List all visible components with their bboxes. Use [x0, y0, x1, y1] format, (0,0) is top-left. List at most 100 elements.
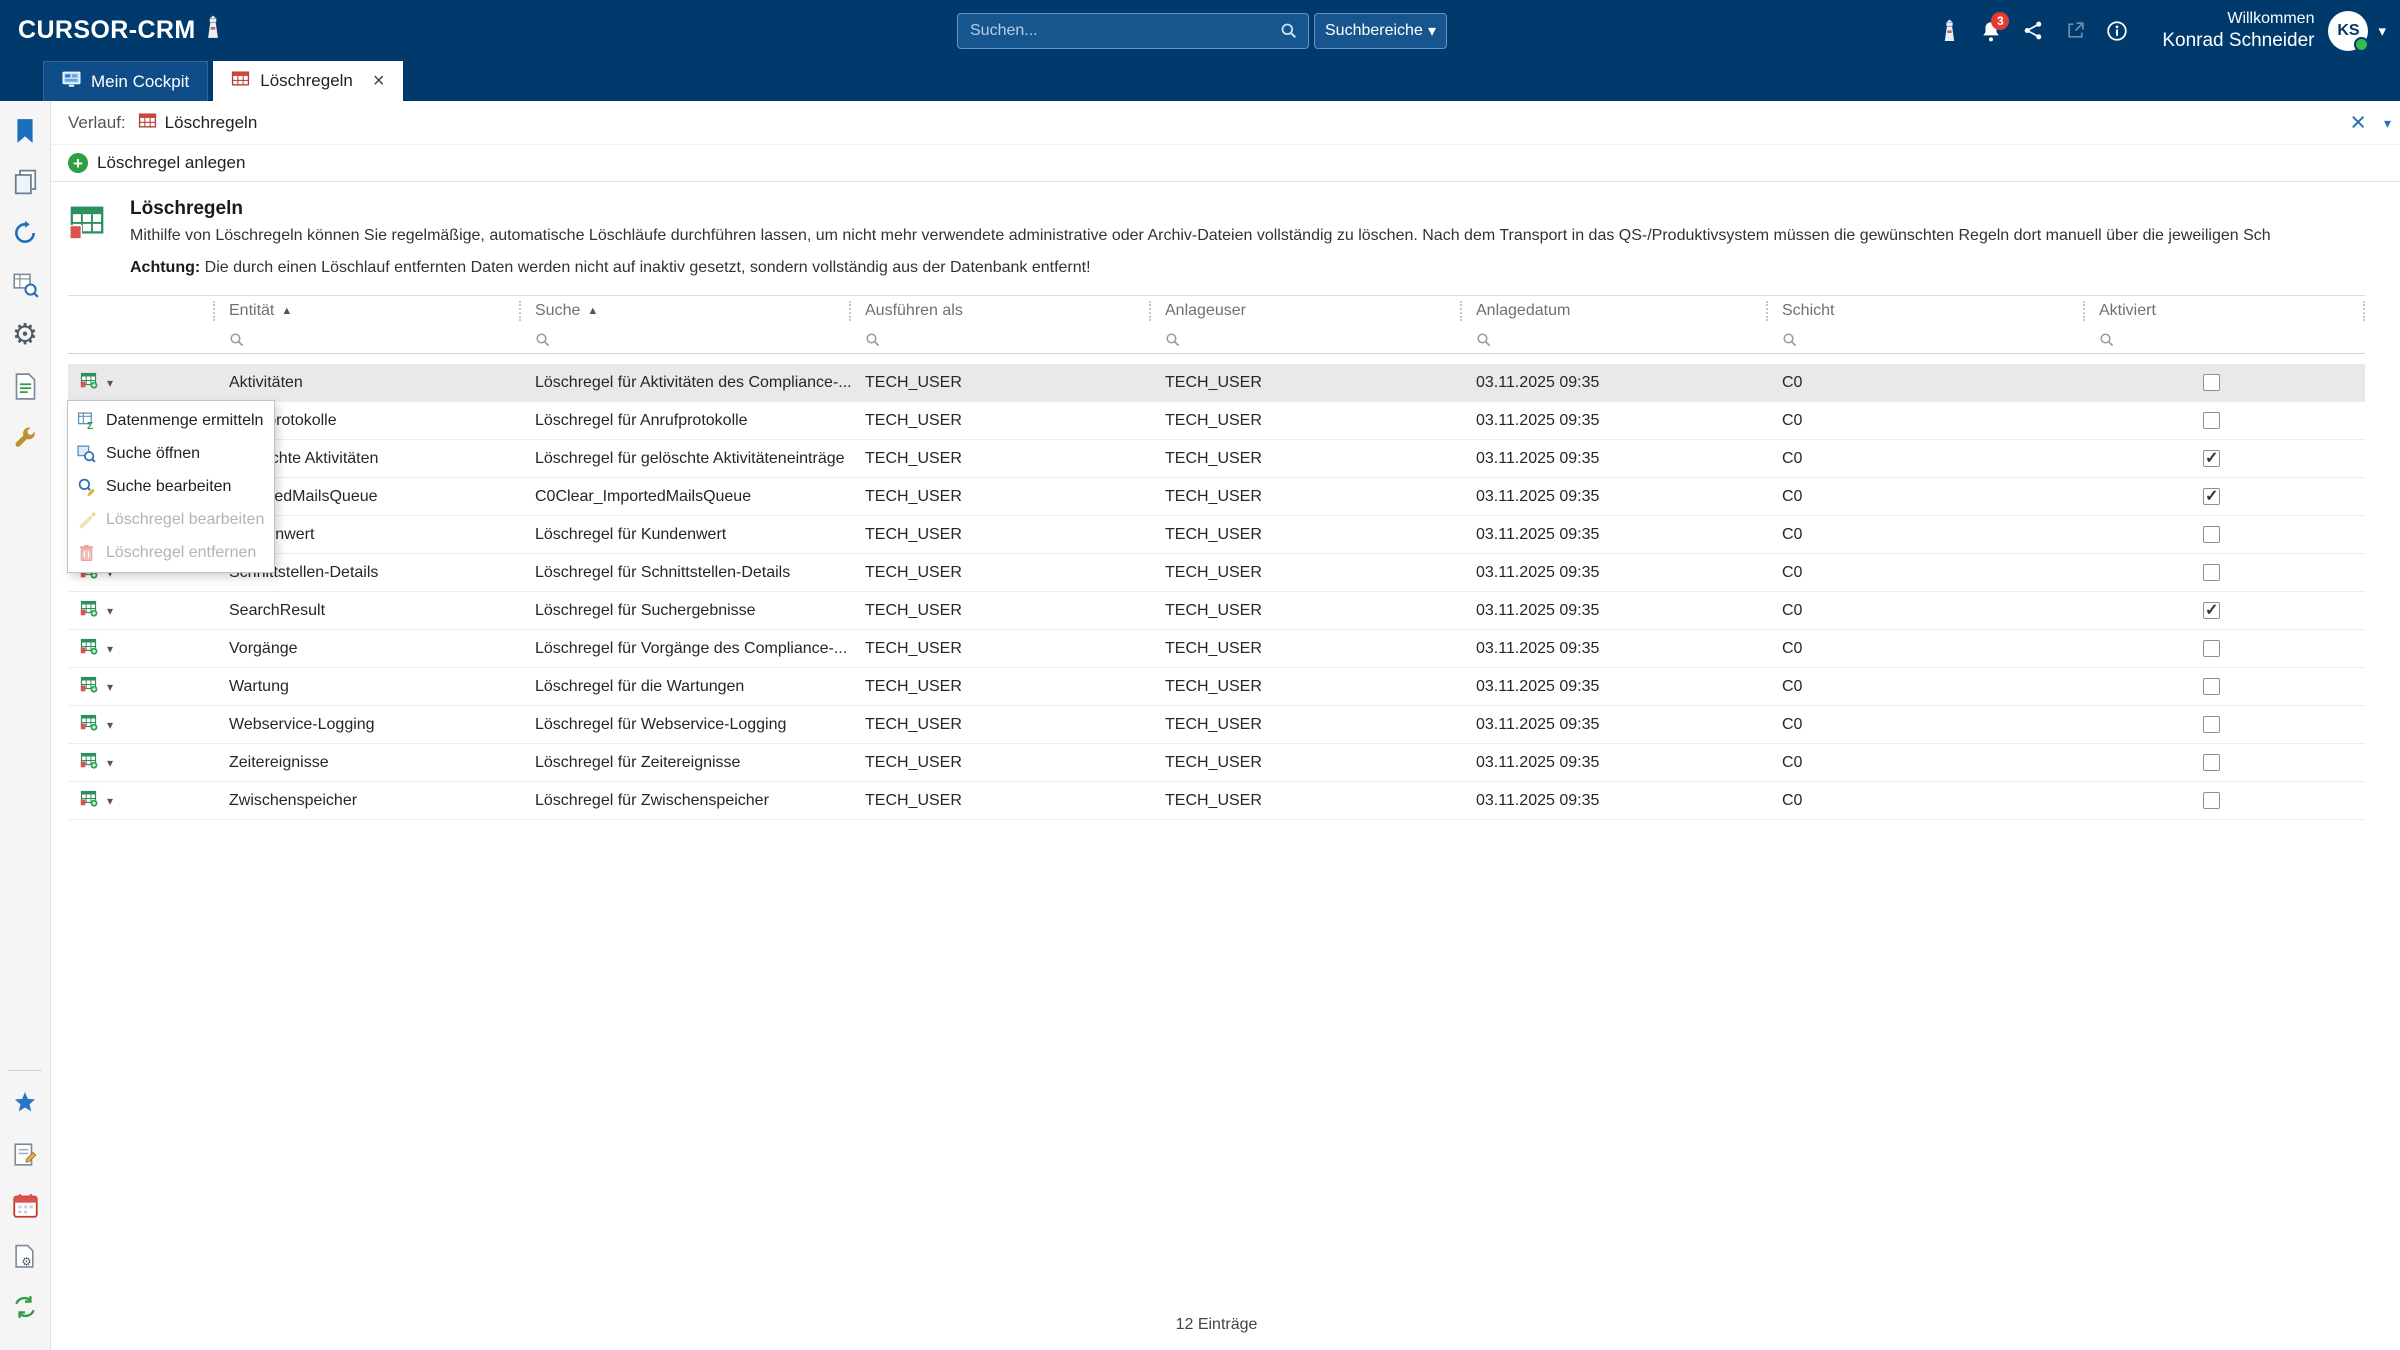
aktiviert-checkbox[interactable] [2203, 716, 2220, 733]
documents-icon[interactable] [7, 164, 43, 200]
filter-magnifier-icon[interactable] [865, 332, 881, 348]
table-row[interactable]: ▾ ImportedMailsQueue C0Clear_ImportedMai… [68, 478, 2365, 516]
delete-rule-row-icon[interactable] [80, 751, 98, 774]
online-status-dot [2354, 37, 2369, 52]
info-icon[interactable] [2096, 11, 2138, 51]
column-header-5[interactable]: Schicht [1768, 296, 2085, 326]
column-filter-5[interactable] [1768, 326, 2085, 353]
user-menu-chevron-icon[interactable]: ▾ [2378, 22, 2386, 40]
sync-arrows-icon[interactable] [7, 1289, 43, 1325]
filter-magnifier-icon[interactable] [2099, 332, 2115, 348]
row-menu-caret-icon[interactable]: ▾ [107, 756, 113, 770]
filter-magnifier-icon[interactable] [1165, 332, 1181, 348]
document-settings-icon[interactable]: ⚙ [7, 1238, 43, 1274]
column-filter-6[interactable] [2085, 326, 2365, 353]
aktiviert-checkbox[interactable] [2203, 526, 2220, 543]
delete-rule-row-icon[interactable] [80, 637, 98, 660]
column-header-1[interactable]: Suche▲ [521, 296, 851, 326]
search-scope-select[interactable]: Suchbereiche ▾ [1314, 13, 1447, 49]
cell-anlageuser: TECH_USER [1151, 440, 1462, 477]
context-menu-item-suche-öffnen[interactable]: Suche öffnen [68, 437, 274, 470]
table-row[interactable]: ▾ Anrufprotokolle Löschregel für Anrufpr… [68, 402, 2365, 440]
filter-magnifier-icon[interactable] [1782, 332, 1798, 348]
row-menu-caret-icon[interactable]: ▾ [107, 642, 113, 656]
table-row[interactable]: ▾ Zwischenspeicher Löschregel für Zwisch… [68, 782, 2365, 820]
tab-loeschregeln[interactable]: Löschregeln × [213, 61, 402, 101]
aktiviert-checkbox[interactable] [2203, 450, 2220, 467]
notes-pencil-icon[interactable] [7, 1136, 43, 1172]
delete-rule-row-icon[interactable] [80, 599, 98, 622]
bookmark-icon[interactable] [7, 113, 43, 149]
column-header-6[interactable]: Aktiviert [2085, 296, 2365, 326]
table-search-icon[interactable] [7, 266, 43, 302]
aktiviert-checkbox[interactable] [2203, 412, 2220, 429]
delete-rule-row-icon[interactable] [80, 675, 98, 698]
row-menu-caret-icon[interactable]: ▾ [107, 794, 113, 808]
column-filter-2[interactable] [851, 326, 1151, 353]
row-menu-caret-icon[interactable]: ▾ [107, 680, 113, 694]
table-sum-icon: Σ [77, 411, 96, 430]
table-row[interactable]: ▾ Vorgänge Löschregel für Vorgänge des C… [68, 630, 2365, 668]
share-icon[interactable] [2012, 11, 2054, 51]
table-row[interactable]: ▾ SearchResult Löschregel für Suchergebn… [68, 592, 2365, 630]
context-menu-item-datenmenge-ermitteln[interactable]: Σ Datenmenge ermitteln [68, 404, 274, 437]
table-row[interactable]: ▾ Gelöschte Aktivitäten Löschregel für g… [68, 440, 2365, 478]
report-document-icon[interactable] [7, 368, 43, 404]
column-filter-0[interactable] [215, 326, 521, 353]
aktiviert-checkbox[interactable] [2203, 374, 2220, 391]
row-menu-caret-icon[interactable]: ▾ [107, 604, 113, 618]
delete-rule-row-icon[interactable] [80, 713, 98, 736]
context-menu-item-suche-bearbeiten[interactable]: Suche bearbeiten [68, 470, 274, 503]
cell-anlagedatum: 03.11.2025 09:35 [1462, 516, 1768, 553]
lighthouse-icon[interactable] [1928, 11, 1970, 51]
column-filter-4[interactable] [1462, 326, 1768, 353]
column-header-2[interactable]: Ausführen als [851, 296, 1151, 326]
row-menu-caret-icon[interactable]: ▾ [107, 718, 113, 732]
panel-chevron-icon[interactable]: ▾ [2384, 115, 2391, 132]
column-resize-handle[interactable] [2363, 301, 2365, 321]
calendar-icon[interactable] [7, 1187, 43, 1223]
tab-mein-cockpit[interactable]: Mein Cockpit [43, 61, 208, 101]
history-icon[interactable] [7, 215, 43, 251]
delete-rule-row-icon[interactable] [80, 371, 98, 394]
aktiviert-checkbox[interactable] [2203, 488, 2220, 505]
tools-wrench-icon[interactable] [7, 419, 43, 455]
column-filter-1[interactable] [521, 326, 851, 353]
search-input[interactable] [958, 22, 1280, 40]
column-filter-3[interactable] [1151, 326, 1462, 353]
delete-rule-row-icon[interactable] [80, 789, 98, 812]
tab-close-icon[interactable]: × [373, 71, 385, 91]
notifications-bell-icon[interactable]: 3 [1970, 11, 2012, 51]
table-row[interactable]: ▾ Schnittstellen-Details Löschregel für … [68, 554, 2365, 592]
panel-close-icon[interactable]: × [2350, 106, 2366, 138]
tab-bar: Mein Cockpit Löschregeln × [0, 61, 2400, 101]
user-avatar[interactable]: KS [2328, 11, 2368, 51]
settings-gear-icon[interactable]: ⚙ [7, 317, 43, 353]
create-delete-rule-button[interactable]: Löschregel anlegen [97, 153, 245, 173]
aktiviert-checkbox[interactable] [2203, 640, 2220, 657]
aktiviert-checkbox[interactable] [2203, 564, 2220, 581]
column-header-0[interactable]: Entität▲ [215, 296, 521, 326]
row-menu-caret-icon[interactable]: ▾ [107, 376, 113, 390]
aktiviert-checkbox[interactable] [2203, 754, 2220, 771]
aktiviert-checkbox[interactable] [2203, 792, 2220, 809]
column-header-4[interactable]: Anlagedatum [1462, 296, 1768, 326]
table-row[interactable]: ▾ Zeitereignisse Löschregel für Zeiterei… [68, 744, 2365, 782]
search-icon[interactable] [1280, 22, 1298, 40]
cell-suche: Löschregel für Webservice-Logging [521, 706, 851, 743]
aktiviert-checkbox[interactable] [2203, 678, 2220, 695]
aktiviert-checkbox[interactable] [2203, 602, 2220, 619]
table-row[interactable]: ▾ Webservice-Logging Löschregel für Webs… [68, 706, 2365, 744]
add-plus-icon[interactable]: + [68, 153, 88, 173]
filter-magnifier-icon[interactable] [535, 332, 551, 348]
favorites-star-icon[interactable] [7, 1085, 43, 1121]
export-icon[interactable] [2054, 11, 2096, 51]
filter-magnifier-icon[interactable] [1476, 332, 1492, 348]
filter-magnifier-icon[interactable] [229, 332, 245, 348]
table-row[interactable]: ▾ Aktivitäten Löschregel für Aktivitäten… [68, 364, 2365, 402]
table-row[interactable]: ▾ Wartung Löschregel für die Wartungen T… [68, 668, 2365, 706]
table-row[interactable]: ▾ Kundenwert Löschregel für Kundenwert T… [68, 516, 2365, 554]
cell-aktiviert [2085, 374, 2365, 391]
column-header-3[interactable]: Anlageuser [1151, 296, 1462, 326]
history-item-loeschregeln[interactable]: Löschregeln [138, 111, 258, 135]
